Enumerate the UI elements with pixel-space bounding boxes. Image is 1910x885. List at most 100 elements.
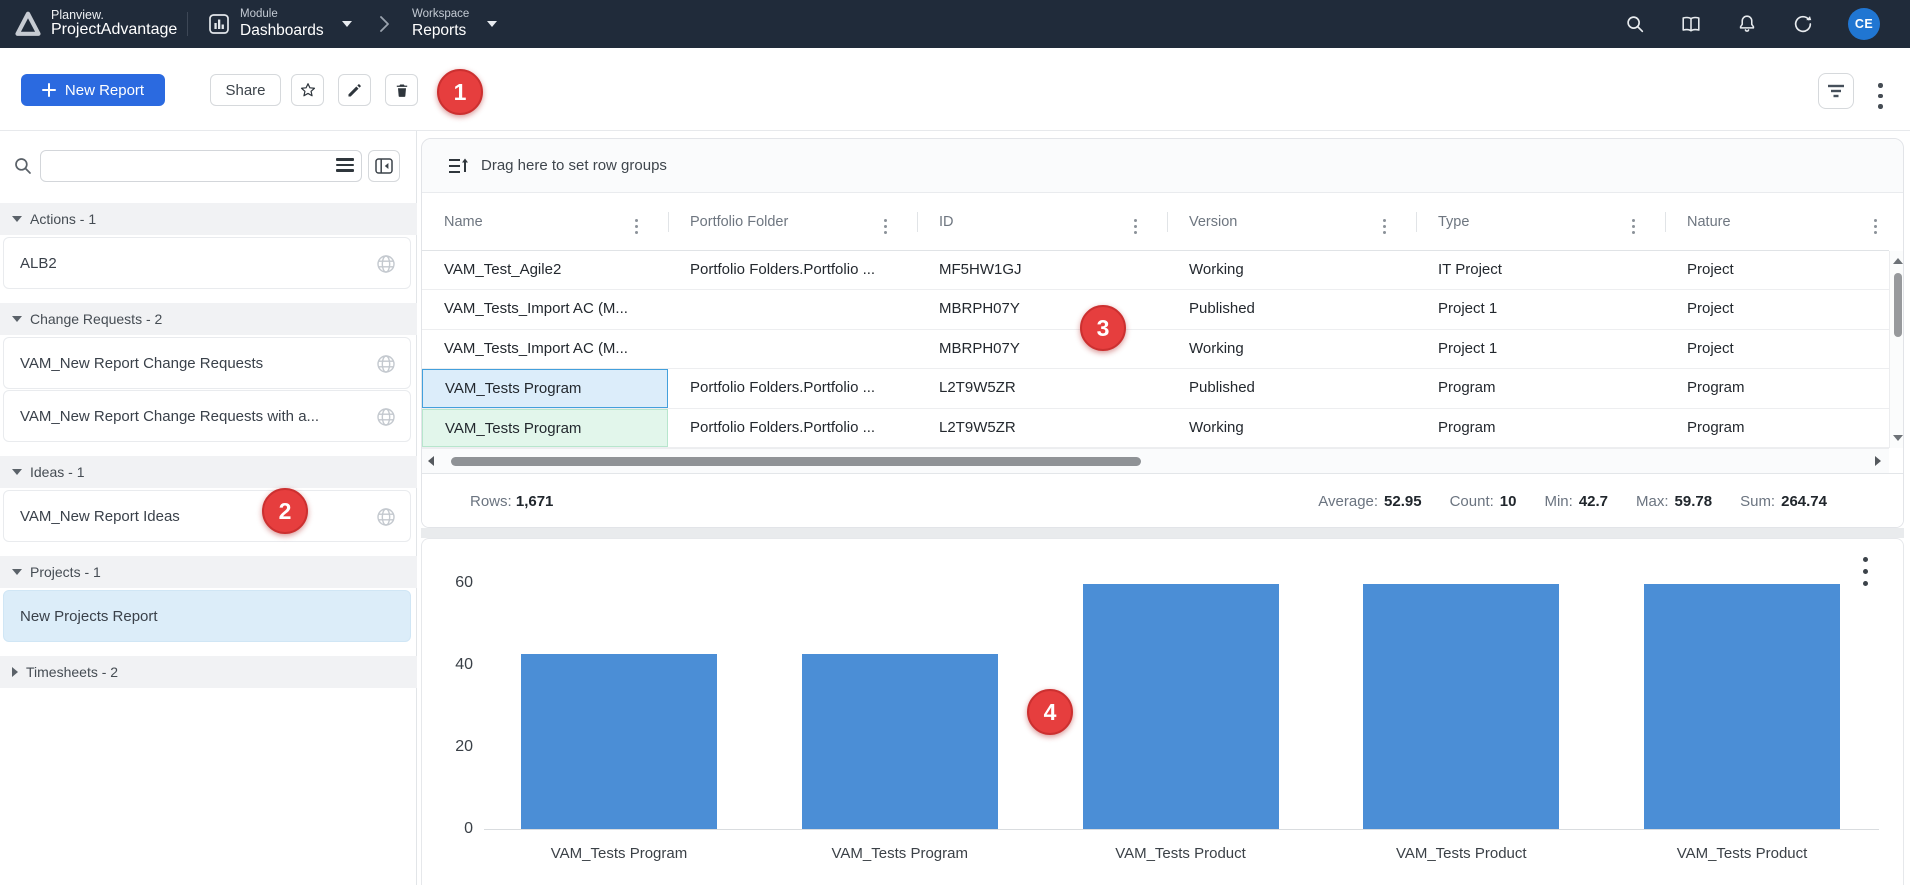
report-item-label: ALB2 <box>20 255 57 272</box>
grid-cell: Working <box>1167 251 1416 289</box>
grid-cell: Working <box>1167 330 1416 368</box>
stat-count: Count:10 <box>1450 493 1517 510</box>
column-header-nature[interactable]: Nature <box>1665 193 1889 250</box>
workspace-reports-dropdown[interactable]: Workspace Reports <box>412 0 497 48</box>
app-window: Planview. ProjectAdvantage Module Dashbo… <box>0 0 1910 885</box>
report-item-label: New Projects Report <box>20 608 158 625</box>
column-separator <box>668 212 669 232</box>
grid-cell: L2T9W5ZR <box>917 409 1167 447</box>
column-header-type[interactable]: Type <box>1416 193 1665 250</box>
share-button[interactable]: Share <box>210 74 281 106</box>
column-menu-icon[interactable] <box>1874 217 1877 236</box>
search-icon[interactable] <box>1624 13 1646 35</box>
grid-cell-selected-blue: VAM_Tests Program <box>422 369 668 407</box>
delete-button[interactable] <box>385 74 418 106</box>
grid-cell: MBRPH07Y <box>917 330 1167 368</box>
column-header-id[interactable]: ID <box>917 193 1167 250</box>
section-expanded-icon <box>12 316 22 322</box>
section-label: Actions - 1 <box>30 211 96 227</box>
sidebar-item-new-projects-report[interactable]: New Projects Report <box>3 590 411 642</box>
scroll-up-arrow[interactable] <box>1893 258 1903 264</box>
sidebar-item-alb2[interactable]: ALB2 <box>3 237 411 289</box>
stat-sum: Sum:264.74 <box>1740 493 1827 510</box>
section-label: Timesheets - 2 <box>26 664 118 680</box>
column-menu-icon[interactable] <box>1632 217 1635 236</box>
user-avatar[interactable]: CE <box>1848 8 1880 40</box>
module-dashboards-icon <box>208 13 230 35</box>
new-report-button[interactable]: New Report <box>21 74 165 106</box>
sidebar-section-actions[interactable]: Actions - 1 <box>0 203 417 235</box>
sidebar-search-input[interactable] <box>40 150 362 182</box>
column-menu-icon[interactable] <box>884 217 887 236</box>
chart-menu[interactable] <box>1863 553 1868 589</box>
vertical-scrollbar-thumb[interactable] <box>1894 273 1902 337</box>
annotation-badge-3: 3 <box>1080 305 1126 351</box>
favorite-button[interactable] <box>291 74 324 106</box>
grid-cell: Project <box>1665 251 1889 289</box>
grid-header-row: Name Portfolio Folder ID Version Type Na… <box>422 193 1889 251</box>
section-label: Projects - 1 <box>30 564 101 580</box>
documentation-book-icon[interactable] <box>1680 13 1702 35</box>
globe-icon[interactable] <box>376 254 396 274</box>
collapse-panel-icon <box>375 158 393 174</box>
grid-cell: VAM_Test_Agile2 <box>422 251 668 289</box>
grid-cell: MBRPH07Y <box>917 290 1167 328</box>
table-row[interactable]: VAM_Tests_Import AC (M... MBRPH07Y Publi… <box>422 290 1889 329</box>
grid-cell: Project 1 <box>1416 330 1665 368</box>
sidebar-item-change-requests-1[interactable]: VAM_New Report Change Requests <box>3 337 411 389</box>
column-header-name[interactable]: Name <box>422 193 668 250</box>
y-axis-tick: 0 <box>422 820 473 838</box>
refresh-icon[interactable] <box>1792 13 1814 35</box>
table-row[interactable]: VAM_Tests_Import AC (M... MBRPH07Y Worki… <box>422 330 1889 369</box>
column-menu-icon[interactable] <box>1134 217 1137 236</box>
trash-icon <box>394 82 410 99</box>
row-group-drop-zone[interactable]: Drag here to set row groups <box>422 139 1903 193</box>
sidebar-section-projects[interactable]: Projects - 1 <box>0 556 417 588</box>
filter-icon <box>1827 84 1845 98</box>
sidebar-item-ideas[interactable]: VAM_New Report Ideas <box>3 490 411 542</box>
grid-cell: Working <box>1167 409 1416 447</box>
column-separator <box>1416 212 1417 232</box>
search-options-menu-icon[interactable] <box>336 158 354 174</box>
module-label: Module <box>240 8 324 21</box>
filter-button[interactable] <box>1818 73 1854 109</box>
grid-cell: Program <box>1416 409 1665 447</box>
scroll-down-arrow[interactable] <box>1893 435 1903 441</box>
sidebar-item-change-requests-2[interactable]: VAM_New Report Change Requests with a... <box>3 390 411 442</box>
toolbar-more-menu[interactable] <box>1878 80 1883 112</box>
chart-plot: 6040200VAM_Tests ProgramVAM_Tests Progra… <box>422 539 1903 885</box>
workspace-label: Workspace <box>412 8 469 21</box>
table-row[interactable]: VAM_Test_Agile2 Portfolio Folders.Portfo… <box>422 251 1889 290</box>
grid-cell: L2T9W5ZR <box>917 369 1167 407</box>
column-header-portfolio-folder[interactable]: Portfolio Folder <box>668 193 917 250</box>
module-dashboards-dropdown[interactable]: Module Dashboards <box>208 0 352 48</box>
collapse-sidebar-button[interactable] <box>368 150 400 182</box>
section-expanded-icon <box>12 569 22 575</box>
report-item-label: VAM_New Report Ideas <box>20 508 180 525</box>
globe-icon[interactable] <box>376 407 396 427</box>
horizontal-scrollbar-thumb[interactable] <box>451 457 1141 466</box>
grid-body: VAM_Test_Agile2 Portfolio Folders.Portfo… <box>422 251 1889 448</box>
scroll-left-arrow[interactable] <box>428 456 434 466</box>
section-expanded-icon <box>12 469 22 475</box>
table-row-selected[interactable]: VAM_Tests Program Portfolio Folders.Port… <box>422 409 1889 448</box>
x-axis-label: VAM_Tests Product <box>1602 845 1882 862</box>
edit-button[interactable] <box>338 74 371 106</box>
sidebar-section-change-requests[interactable]: Change Requests - 2 <box>0 303 417 335</box>
notifications-bell-icon[interactable] <box>1736 13 1758 35</box>
chevron-down-icon <box>342 21 352 27</box>
globe-icon[interactable] <box>376 354 396 374</box>
panel-divider <box>421 528 1904 538</box>
sidebar-section-ideas[interactable]: Ideas - 1 <box>0 456 417 488</box>
column-menu-icon[interactable] <box>635 217 638 236</box>
table-row-selected[interactable]: VAM_Tests Program Portfolio Folders.Port… <box>422 369 1889 408</box>
column-menu-icon[interactable] <box>1383 217 1386 236</box>
y-axis-tick: 20 <box>422 738 473 756</box>
horizontal-scrollbar[interactable] <box>422 448 1889 473</box>
section-label: Ideas - 1 <box>30 464 84 480</box>
globe-icon[interactable] <box>376 507 396 527</box>
vertical-scrollbar[interactable] <box>1889 251 1904 448</box>
column-header-version[interactable]: Version <box>1167 193 1416 250</box>
scroll-right-arrow[interactable] <box>1875 456 1881 466</box>
sidebar-section-timesheets[interactable]: Timesheets - 2 <box>0 656 417 688</box>
